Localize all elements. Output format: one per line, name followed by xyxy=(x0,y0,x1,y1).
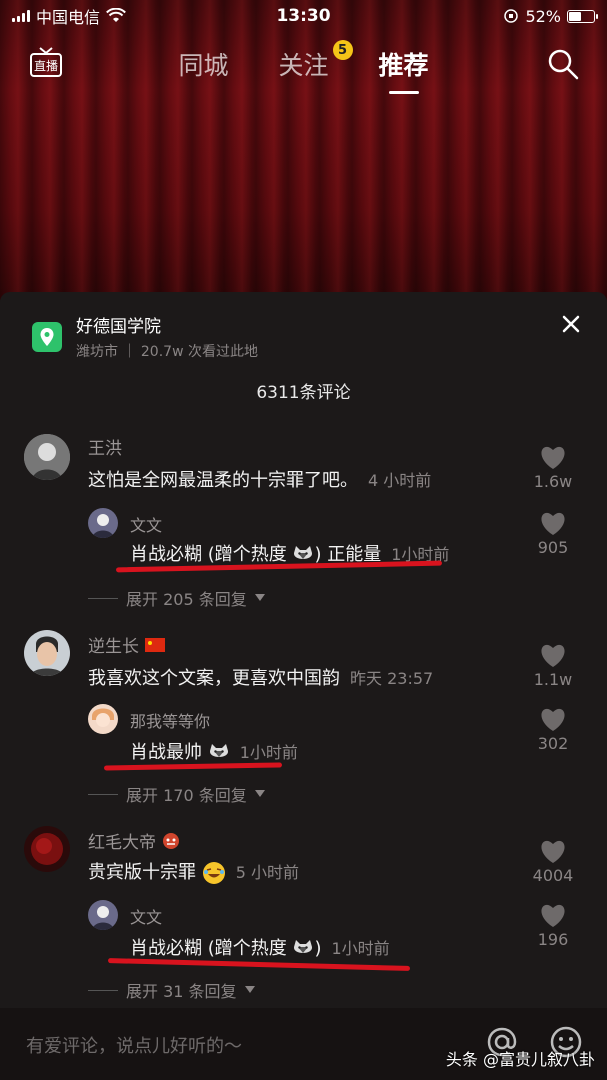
expand-replies-label: 展开 205 条回复 xyxy=(126,590,247,609)
comment-body: 我喜欢这个文案，更喜欢中国韵 xyxy=(88,668,340,689)
avatar[interactable] xyxy=(24,434,70,480)
reply-body-end: ) xyxy=(314,938,322,959)
wifi-icon xyxy=(106,8,126,22)
watermark: 头条 @富贵儿叙八卦 xyxy=(445,1050,595,1069)
like-button[interactable]: 196 xyxy=(517,902,589,949)
status-time: 13:30 xyxy=(276,6,331,26)
husky-emoji-icon xyxy=(209,744,228,757)
husky-emoji-icon xyxy=(294,940,313,953)
reply-avatar[interactable] xyxy=(88,900,118,930)
comment-author[interactable]: 王洪 xyxy=(88,434,122,459)
reply-author[interactable]: 文文 xyxy=(130,512,162,536)
following-badge: 5 xyxy=(332,40,353,60)
avatar[interactable] xyxy=(24,630,70,676)
like-button[interactable]: 905 xyxy=(517,510,589,557)
comment-time: 昨天 23:57 xyxy=(350,669,434,688)
tab-recommended-label: 推荐 xyxy=(378,51,429,80)
like-count: 4004 xyxy=(532,866,574,885)
orientation-lock-icon xyxy=(504,9,519,23)
heart-icon xyxy=(541,446,565,469)
location-title: 好德国学院 xyxy=(76,317,161,337)
comment-author[interactable]: 逆生长 xyxy=(88,632,165,657)
expand-replies-button[interactable]: 展开 31 条回复 xyxy=(88,978,255,1002)
comment-text: 贵宾版十宗罪 5 小时前 xyxy=(88,858,299,885)
location-text: 好德国学院 潍坊市 ｜ 20.7w 次看过此地 xyxy=(76,312,258,361)
heart-icon xyxy=(541,512,565,535)
tab-recommended[interactable]: 推荐 xyxy=(379,46,429,82)
battery-percent: 52% xyxy=(525,6,561,26)
status-bar: 中国电信 13:30 52% xyxy=(0,0,607,32)
search-icon[interactable] xyxy=(545,46,581,82)
signal-icon xyxy=(12,10,30,22)
reply-text: 肖战必糊 (蹭个热度 ) 1小时前 xyxy=(130,934,390,960)
close-icon[interactable] xyxy=(557,310,585,338)
location-subtitle: 潍坊市 ｜ 20.7w 次看过此地 xyxy=(76,344,258,360)
reply-body: 肖战必糊 (蹭个热度 xyxy=(130,938,293,959)
laughing-emoji-icon xyxy=(202,862,225,884)
like-count: 1.1w xyxy=(533,670,573,689)
like-count: 196 xyxy=(537,930,569,949)
heart-icon xyxy=(541,840,565,863)
reply-avatar[interactable] xyxy=(88,508,118,538)
reply-avatar[interactable] xyxy=(88,704,118,734)
like-count: 302 xyxy=(537,734,569,753)
nav-tabs: 同城 关注 5 推荐 xyxy=(0,40,607,82)
heart-icon xyxy=(541,904,565,927)
avatar[interactable] xyxy=(24,826,70,872)
reply-author[interactable]: 那我等等你 xyxy=(130,708,210,732)
reply-time: 1小时前 xyxy=(239,743,298,762)
expand-replies-button[interactable]: 展开 205 条回复 xyxy=(88,586,265,610)
carrier-label: 中国电信 xyxy=(36,8,101,27)
like-button[interactable]: 1.6w xyxy=(517,444,589,491)
like-button[interactable]: 1.1w xyxy=(517,642,589,689)
battery-icon xyxy=(567,9,598,23)
china-flag-icon xyxy=(145,637,165,652)
comment-time: 4 小时前 xyxy=(368,471,432,490)
top-nav: 直播 同城 关注 5 推荐 xyxy=(0,40,607,90)
tab-local[interactable]: 同城 xyxy=(178,46,228,82)
comment-body: 这怕是全网最温柔的十宗罪了吧。 xyxy=(88,470,358,491)
chevron-down-icon xyxy=(254,790,265,797)
husky-emoji-icon xyxy=(294,546,313,559)
chevron-down-icon xyxy=(244,986,255,993)
tab-following[interactable]: 关注 5 xyxy=(278,40,353,82)
comment-text: 我喜欢这个文案，更喜欢中国韵 昨天 23:57 xyxy=(88,664,433,690)
comment-count: 6311条评论 xyxy=(256,383,351,403)
status-left: 中国电信 xyxy=(12,4,126,28)
reply-body: 肖战必糊 (蹭个热度 xyxy=(130,544,293,565)
tab-local-label: 同城 xyxy=(178,51,229,80)
comment-text: 这怕是全网最温柔的十宗罪了吧。 4 小时前 xyxy=(88,466,431,492)
status-right: 52% xyxy=(503,6,598,26)
expand-replies-label: 展开 170 条回复 xyxy=(126,786,247,805)
expand-replies-label: 展开 31 条回复 xyxy=(126,982,237,1001)
location-card[interactable]: 好德国学院 潍坊市 ｜ 20.7w 次看过此地 xyxy=(32,312,258,361)
comment-author[interactable]: 红毛大帝 xyxy=(88,828,180,853)
comment-author-name: 逆生长 xyxy=(88,637,139,657)
mask-badge-icon xyxy=(163,832,179,849)
reply-time: 1小时前 xyxy=(331,939,390,958)
reply-author[interactable]: 文文 xyxy=(130,904,162,928)
heart-icon xyxy=(541,708,565,731)
location-pin-icon xyxy=(32,321,62,352)
comment-input[interactable]: 有爱评论，说点儿好听的～ xyxy=(26,1032,242,1058)
heart-icon xyxy=(541,644,565,667)
reply-text: 肖战最帅 1小时前 xyxy=(130,738,298,764)
like-count: 905 xyxy=(537,538,569,557)
comment-author-name: 红毛大帝 xyxy=(88,833,156,853)
comment-body: 贵宾版十宗罪 xyxy=(88,862,202,883)
like-count: 1.6w xyxy=(533,472,573,491)
comment-time: 5 小时前 xyxy=(235,863,300,882)
expand-replies-button[interactable]: 展开 170 条回复 xyxy=(88,782,265,806)
like-button[interactable]: 302 xyxy=(517,706,589,753)
tab-following-label: 关注 xyxy=(278,51,329,80)
reply-body: 肖战最帅 xyxy=(130,742,208,763)
chevron-down-icon xyxy=(254,594,265,601)
like-button[interactable]: 4004 xyxy=(517,838,589,885)
